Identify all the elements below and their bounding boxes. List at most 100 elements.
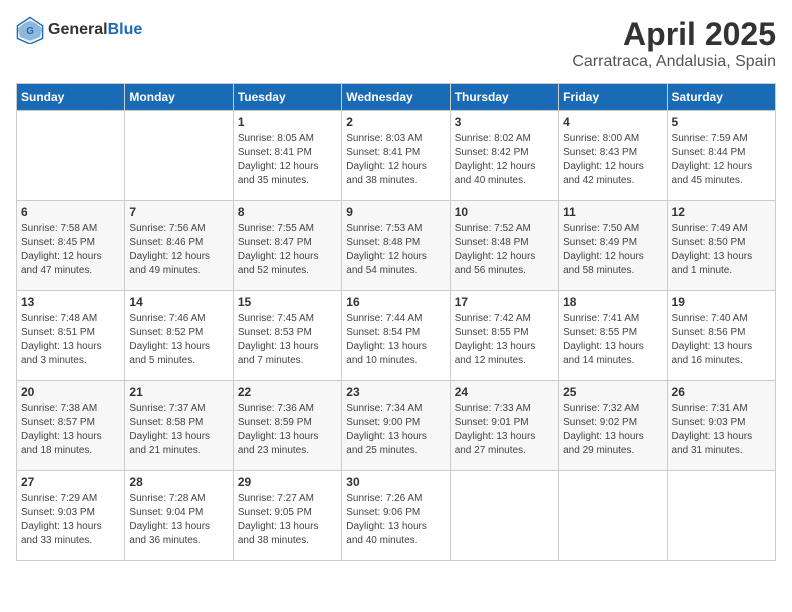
calendar-cell xyxy=(450,471,558,561)
day-header-wednesday: Wednesday xyxy=(342,84,450,111)
day-info: Sunrise: 7:52 AMSunset: 8:48 PMDaylight:… xyxy=(455,222,554,278)
day-number: 21 xyxy=(129,385,228,399)
day-info: Sunrise: 7:38 AMSunset: 8:57 PMDaylight:… xyxy=(21,402,120,458)
day-info: Sunrise: 7:29 AMSunset: 9:03 PMDaylight:… xyxy=(21,492,120,548)
day-number: 10 xyxy=(455,205,554,219)
day-info: Sunrise: 7:36 AMSunset: 8:59 PMDaylight:… xyxy=(238,402,337,458)
calendar-cell: 4Sunrise: 8:00 AMSunset: 8:43 PMDaylight… xyxy=(559,111,667,201)
week-row-0: 1Sunrise: 8:05 AMSunset: 8:41 PMDaylight… xyxy=(17,111,776,201)
day-number: 26 xyxy=(672,385,771,399)
calendar-cell xyxy=(559,471,667,561)
calendar-cell: 13 Sunrise: 7:48 AMSunset: 8:51 PMDayligh… xyxy=(17,291,125,381)
day-number: 3 xyxy=(455,115,554,129)
svg-text:G: G xyxy=(26,26,34,37)
week-row-4: 27 Sunrise: 7:29 AMSunset: 9:03 PMDayligh… xyxy=(17,471,776,561)
logo-general: General xyxy=(48,21,108,38)
day-number: 22 xyxy=(238,385,337,399)
calendar-cell: 14Sunrise: 7:46 AMSunset: 8:52 PMDayligh… xyxy=(125,291,233,381)
calendar-cell xyxy=(17,111,125,201)
calendar-cell: 9 Sunrise: 7:53 AMSunset: 8:48 PMDaylight… xyxy=(342,201,450,291)
calendar-cell: 23 Sunrise: 7:34 AMSunset: 9:00 PMDayligh… xyxy=(342,381,450,471)
calendar-cell: 5 Sunrise: 7:59 AMSunset: 8:44 PMDaylight… xyxy=(667,111,775,201)
calendar-cell xyxy=(125,111,233,201)
calendar-cell: 3Sunrise: 8:02 AMSunset: 8:42 PMDaylight… xyxy=(450,111,558,201)
day-number: 15 xyxy=(238,295,337,309)
day-info: Sunrise: 7:37 AMSunset: 8:58 PMDaylight:… xyxy=(129,402,228,458)
day-info: Sunrise: 7:32 AMSunset: 9:02 PMDaylight:… xyxy=(563,402,662,458)
day-header-friday: Friday xyxy=(559,84,667,111)
logo-blue: Blue xyxy=(108,21,143,38)
calendar-cell: 16Sunrise: 7:44 AMSunset: 8:54 PMDayligh… xyxy=(342,291,450,381)
calendar-cell: 26Sunrise: 7:31 AMSunset: 9:03 PMDayligh… xyxy=(667,381,775,471)
day-number: 13 xyxy=(21,295,120,309)
subtitle: Carratraca, Andalusia, Spain xyxy=(572,53,776,71)
day-info: Sunrise: 7:55 AMSunset: 8:47 PMDaylight:… xyxy=(238,222,337,278)
day-info: Sunrise: 7:40 AMSunset: 8:56 PMDaylight:… xyxy=(672,312,771,368)
day-header-monday: Monday xyxy=(125,84,233,111)
day-info: Sunrise: 7:26 AMSunset: 9:06 PMDaylight:… xyxy=(346,492,445,548)
day-number: 24 xyxy=(455,385,554,399)
day-number: 6 xyxy=(21,205,120,219)
day-info: Sunrise: 7:33 AMSunset: 9:01 PMDaylight:… xyxy=(455,402,554,458)
day-number: 28 xyxy=(129,475,228,489)
main-title: April 2025 xyxy=(572,16,776,53)
calendar-cell: 22 Sunrise: 7:36 AMSunset: 8:59 PMDayligh… xyxy=(233,381,341,471)
week-row-3: 20 Sunrise: 7:38 AMSunset: 8:57 PMDayligh… xyxy=(17,381,776,471)
day-number: 9 xyxy=(346,205,445,219)
day-info: Sunrise: 7:50 AMSunset: 8:49 PMDaylight:… xyxy=(563,222,662,278)
day-info: Sunrise: 7:45 AMSunset: 8:53 PMDaylight:… xyxy=(238,312,337,368)
calendar-cell: 18Sunrise: 7:41 AMSunset: 8:55 PMDayligh… xyxy=(559,291,667,381)
day-number: 1 xyxy=(238,115,337,129)
day-info: Sunrise: 7:28 AMSunset: 9:04 PMDaylight:… xyxy=(129,492,228,548)
day-number: 4 xyxy=(563,115,662,129)
day-info: Sunrise: 7:46 AMSunset: 8:52 PMDaylight:… xyxy=(129,312,228,368)
calendar-cell: 24 Sunrise: 7:33 AMSunset: 9:01 PMDayligh… xyxy=(450,381,558,471)
day-number: 2 xyxy=(346,115,445,129)
calendar-cell: 21 Sunrise: 7:37 AMSunset: 8:58 PMDayligh… xyxy=(125,381,233,471)
day-header-sunday: Sunday xyxy=(17,84,125,111)
calendar-cell: 17Sunrise: 7:42 AMSunset: 8:55 PMDayligh… xyxy=(450,291,558,381)
day-info: Sunrise: 7:59 AMSunset: 8:44 PMDaylight:… xyxy=(672,132,771,188)
day-info: Sunrise: 7:48 AMSunset: 8:51 PMDaylight:… xyxy=(21,312,120,368)
day-info: Sunrise: 7:42 AMSunset: 8:55 PMDaylight:… xyxy=(455,312,554,368)
day-info: Sunrise: 7:27 AMSunset: 9:05 PMDaylight:… xyxy=(238,492,337,548)
day-number: 20 xyxy=(21,385,120,399)
day-number: 18 xyxy=(563,295,662,309)
calendar-cell: 20 Sunrise: 7:38 AMSunset: 8:57 PMDayligh… xyxy=(17,381,125,471)
calendar-cell xyxy=(667,471,775,561)
week-row-1: 6 Sunrise: 7:58 AMSunset: 8:45 PMDaylight… xyxy=(17,201,776,291)
day-info: Sunrise: 8:03 AMSunset: 8:41 PMDaylight:… xyxy=(346,132,445,188)
day-info: Sunrise: 7:56 AMSunset: 8:46 PMDaylight:… xyxy=(129,222,228,278)
day-number: 8 xyxy=(238,205,337,219)
day-number: 23 xyxy=(346,385,445,399)
day-of-week-row: SundayMondayTuesdayWednesdayThursdayFrid… xyxy=(17,84,776,111)
day-number: 5 xyxy=(672,115,771,129)
title-block: April 2025 Carratraca, Andalusia, Spain xyxy=(572,16,776,71)
day-number: 30 xyxy=(346,475,445,489)
calendar-cell: 1Sunrise: 8:05 AMSunset: 8:41 PMDaylight… xyxy=(233,111,341,201)
day-info: Sunrise: 7:34 AMSunset: 9:00 PMDaylight:… xyxy=(346,402,445,458)
calendar-cell: 15 Sunrise: 7:45 AMSunset: 8:53 PMDayligh… xyxy=(233,291,341,381)
calendar-cell: 27 Sunrise: 7:29 AMSunset: 9:03 PMDayligh… xyxy=(17,471,125,561)
calendar-cell: 30 Sunrise: 7:26 AMSunset: 9:06 PMDayligh… xyxy=(342,471,450,561)
day-number: 7 xyxy=(129,205,228,219)
day-info: Sunrise: 7:49 AMSunset: 8:50 PMDaylight:… xyxy=(672,222,771,278)
day-info: Sunrise: 7:53 AMSunset: 8:48 PMDaylight:… xyxy=(346,222,445,278)
day-header-saturday: Saturday xyxy=(667,84,775,111)
calendar-cell: 25 Sunrise: 7:32 AMSunset: 9:02 PMDayligh… xyxy=(559,381,667,471)
calendar-body: 1Sunrise: 8:05 AMSunset: 8:41 PMDaylight… xyxy=(17,111,776,561)
day-number: 19 xyxy=(672,295,771,309)
calendar: SundayMondayTuesdayWednesdayThursdayFrid… xyxy=(16,83,776,561)
day-info: Sunrise: 7:58 AMSunset: 8:45 PMDaylight:… xyxy=(21,222,120,278)
week-row-2: 13 Sunrise: 7:48 AMSunset: 8:51 PMDayligh… xyxy=(17,291,776,381)
calendar-cell: 2 Sunrise: 8:03 AMSunset: 8:41 PMDaylight… xyxy=(342,111,450,201)
calendar-cell: 6 Sunrise: 7:58 AMSunset: 8:45 PMDaylight… xyxy=(17,201,125,291)
calendar-cell: 11 Sunrise: 7:50 AMSunset: 8:49 PMDayligh… xyxy=(559,201,667,291)
day-number: 25 xyxy=(563,385,662,399)
day-number: 16 xyxy=(346,295,445,309)
day-number: 27 xyxy=(21,475,120,489)
calendar-cell: 19 Sunrise: 7:40 AMSunset: 8:56 PMDayligh… xyxy=(667,291,775,381)
day-number: 12 xyxy=(672,205,771,219)
day-number: 11 xyxy=(563,205,662,219)
calendar-cell: 10 Sunrise: 7:52 AMSunset: 8:48 PMDayligh… xyxy=(450,201,558,291)
